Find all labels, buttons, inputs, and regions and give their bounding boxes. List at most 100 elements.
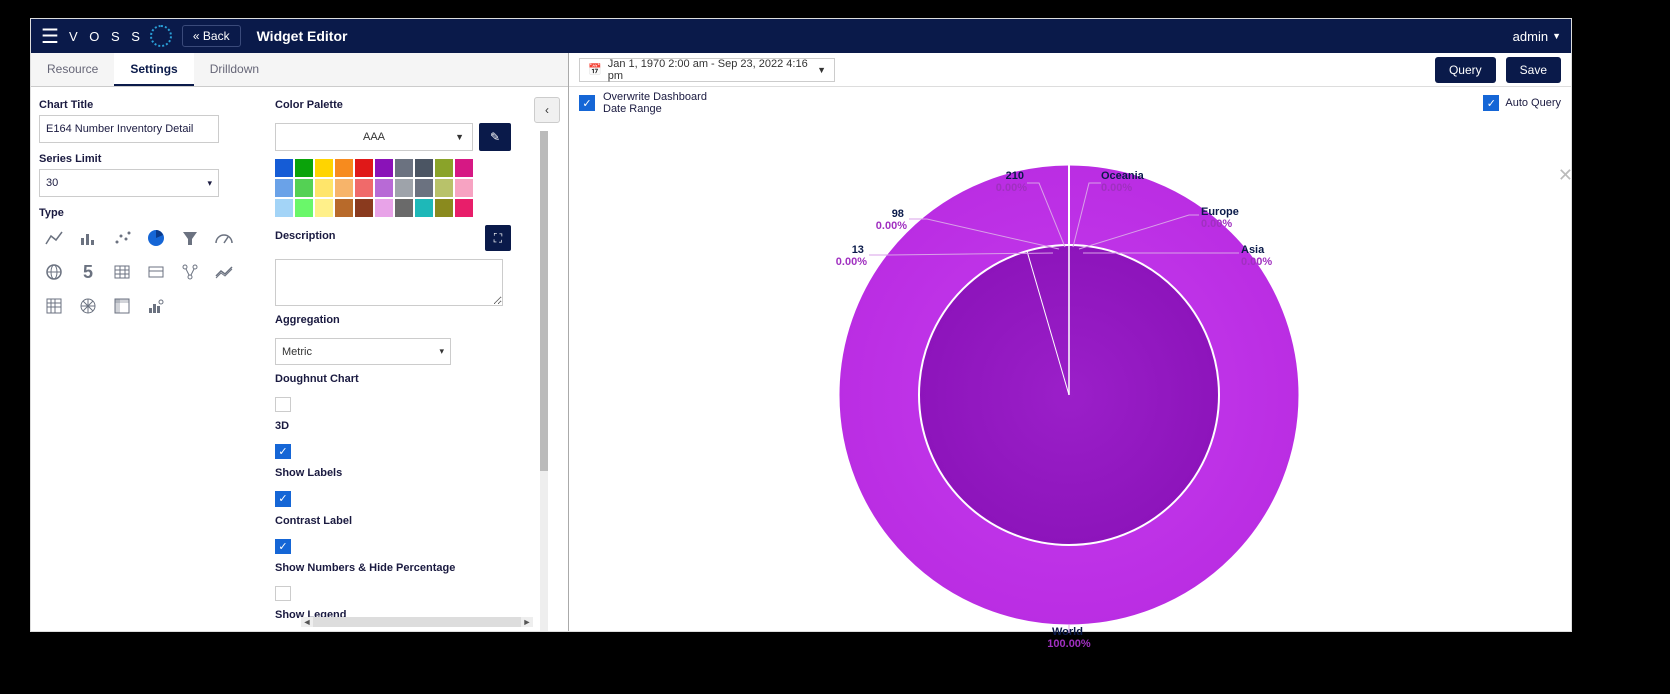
scrollbar-thumb[interactable] [540, 131, 548, 471]
date-range-picker[interactable]: 📅 Jan 1, 1970 2:00 am - Sep 23, 2022 4:1… [579, 58, 835, 82]
chevron-left-icon: ‹ [545, 103, 549, 117]
overwrite-date-range-checkbox[interactable]: ✓ [579, 95, 595, 111]
chart-canvas: ✕ [569, 115, 1571, 631]
aggregation-select[interactable]: Metric ▾ [275, 338, 451, 365]
tab-settings[interactable]: Settings [114, 53, 193, 86]
query-button[interactable]: Query [1435, 57, 1496, 83]
expand-icon: ⛶ [494, 231, 502, 246]
edit-palette-button[interactable]: ✎ [479, 123, 511, 151]
color-swatch[interactable] [355, 199, 373, 217]
horizontal-scrollbar[interactable]: ◄ ► [301, 617, 533, 627]
pencil-icon: ✎ [490, 130, 500, 144]
type-bar[interactable] [73, 223, 103, 253]
save-button[interactable]: Save [1506, 57, 1561, 83]
tree-icon [180, 262, 200, 282]
menu-icon[interactable]: ☰ [41, 24, 59, 49]
color-swatch[interactable] [415, 159, 433, 177]
color-swatch[interactable] [455, 199, 473, 217]
tab-drilldown[interactable]: Drilldown [194, 53, 275, 86]
show-numbers-label: Show Numbers & Hide Percentage [275, 562, 511, 574]
type-card[interactable] [141, 257, 171, 287]
palette-select[interactable]: AAA ▼ [275, 123, 473, 151]
type-gauge[interactable] [209, 223, 239, 253]
color-swatch[interactable] [315, 159, 333, 177]
expand-description-button[interactable]: ⛶ [485, 225, 511, 251]
pie-chart-icon [146, 228, 166, 248]
color-swatch[interactable] [435, 199, 453, 217]
color-swatch[interactable] [295, 179, 313, 197]
color-swatch[interactable] [415, 199, 433, 217]
chevron-down-icon: ▾ [439, 346, 444, 357]
slice-label-asia: Asia 0.00% [1241, 244, 1272, 268]
type-table[interactable] [107, 257, 137, 287]
type-globe[interactable] [39, 257, 69, 287]
color-swatch[interactable] [395, 159, 413, 177]
series-limit-value: 30 [46, 177, 58, 189]
color-swatch[interactable] [395, 179, 413, 197]
chart-title-input[interactable] [39, 115, 219, 143]
type-tree[interactable] [175, 257, 205, 287]
color-swatch[interactable] [455, 179, 473, 197]
color-swatch[interactable] [415, 179, 433, 197]
settings-panel: Resource Settings Drilldown ‹ Chart Titl… [31, 53, 569, 631]
color-swatch[interactable] [355, 179, 373, 197]
color-swatch[interactable] [375, 179, 393, 197]
radial-icon [78, 296, 98, 316]
color-swatch[interactable] [295, 159, 313, 177]
collapse-panel-button[interactable]: ‹ [534, 97, 560, 123]
type-radial[interactable] [73, 291, 103, 321]
user-menu[interactable]: admin ▼ [1513, 29, 1561, 44]
close-icon[interactable]: ✕ [1558, 165, 1573, 186]
color-swatch[interactable] [335, 159, 353, 177]
chevron-down-icon: ▾ [207, 178, 212, 189]
color-swatch[interactable] [275, 159, 293, 177]
scroll-left-arrow-icon[interactable]: ◄ [301, 617, 313, 627]
three-d-label: 3D [275, 420, 511, 432]
doughnut-label: Doughnut Chart [275, 373, 511, 385]
show-labels-checkbox[interactable]: ✓ [275, 491, 291, 506]
three-d-checkbox[interactable]: ✓ [275, 444, 291, 459]
slice-label-europe: Europe 0.00% [1201, 206, 1242, 230]
type-number[interactable]: 5 [73, 257, 103, 287]
page-title: Widget Editor [257, 28, 348, 44]
contrast-label-checkbox[interactable]: ✓ [275, 539, 291, 554]
type-scatter[interactable] [107, 223, 137, 253]
color-swatch[interactable] [455, 159, 473, 177]
type-pivot[interactable] [107, 291, 137, 321]
type-grid[interactable] [39, 291, 69, 321]
color-swatch[interactable] [295, 199, 313, 217]
description-textarea[interactable] [275, 259, 503, 306]
color-swatch[interactable] [315, 179, 333, 197]
type-funnel[interactable] [175, 223, 205, 253]
color-swatch[interactable] [435, 159, 453, 177]
color-swatch[interactable] [335, 199, 353, 217]
funnel-icon [180, 228, 200, 248]
color-swatch[interactable] [275, 199, 293, 217]
color-swatch[interactable] [395, 199, 413, 217]
show-numbers-checkbox[interactable] [275, 586, 291, 601]
contrast-label-label: Contrast Label [275, 515, 511, 527]
color-swatch[interactable] [375, 159, 393, 177]
color-swatch[interactable] [355, 159, 373, 177]
tab-resource[interactable]: Resource [31, 53, 114, 86]
type-pie[interactable] [141, 223, 171, 253]
color-swatch[interactable] [315, 199, 333, 217]
chart-title-label: Chart Title [39, 99, 267, 111]
doughnut-checkbox[interactable] [275, 397, 291, 412]
type-trend[interactable] [209, 257, 239, 287]
vertical-scrollbar[interactable] [540, 131, 548, 631]
color-swatch[interactable] [375, 199, 393, 217]
auto-query-checkbox[interactable]: ✓ [1483, 95, 1499, 111]
color-swatch[interactable] [335, 179, 353, 197]
scroll-right-arrow-icon[interactable]: ► [521, 617, 533, 627]
series-limit-select[interactable]: 30 ▾ [39, 169, 219, 197]
user-name: admin [1513, 29, 1548, 44]
back-button[interactable]: « Back [182, 25, 241, 47]
type-histogram[interactable] [141, 291, 171, 321]
scrollbar-track[interactable] [313, 617, 521, 627]
type-line[interactable] [39, 223, 69, 253]
color-swatch[interactable] [275, 179, 293, 197]
brand-text: V O S S [69, 29, 144, 44]
color-swatch[interactable] [435, 179, 453, 197]
aggregation-value: Metric [282, 346, 312, 358]
